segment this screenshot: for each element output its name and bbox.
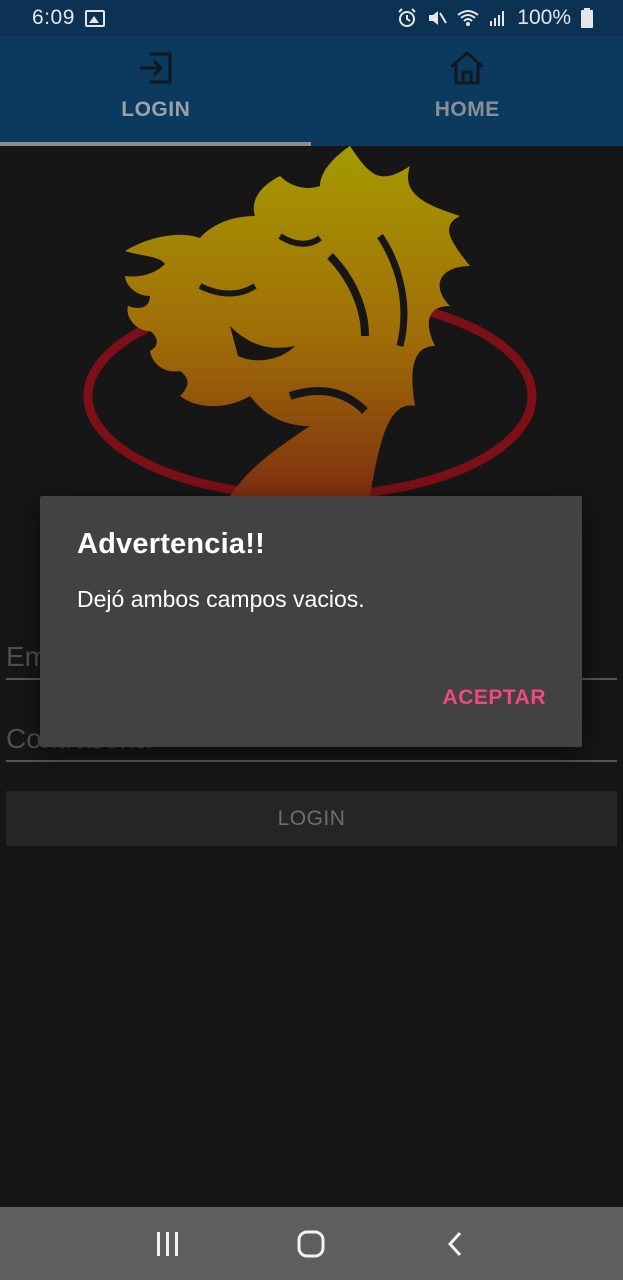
tab-login-label: LOGIN [121,98,191,121]
back-icon [448,1231,462,1256]
dialog-title: Advertencia!! [77,528,265,560]
tab-home-label: HOME [434,98,500,121]
recents-icon [156,1231,178,1256]
status-icons: 100% [397,6,623,30]
recents-button[interactable] [138,1214,198,1274]
tab-home[interactable]: HOME [312,36,623,146]
battery-percent: 100% [517,6,571,29]
battery-icon [581,8,593,28]
home-nav-button[interactable] [281,1214,341,1274]
tab-bar: LOGIN HOME [0,36,623,146]
accept-button[interactable]: ACEPTAR [443,686,546,710]
back-button[interactable] [425,1214,485,1274]
app-screen: 6:09 100% LOGIN HOME Email LOGIN Adverte… [0,0,623,1280]
mute-icon [429,11,448,25]
warning-dialog: Advertencia!! Dejó ambos campos vacios. … [40,496,582,747]
tab-login[interactable]: LOGIN [0,36,312,146]
wifi-icon [457,10,479,26]
dragon-logo [83,146,537,501]
home-icon [450,51,485,85]
image-icon [84,9,105,27]
home-circle-icon [297,1230,325,1257]
login-icon [139,52,172,84]
system-nav-bar [0,1207,623,1280]
dialog-message: Dejó ambos campos vacios. [77,586,365,612]
alarm-icon [398,8,416,27]
login-button[interactable]: LOGIN [6,791,617,846]
status-time: 6:09 [32,6,75,29]
status-bar: 6:09 100% [0,0,623,36]
signal-icon [490,11,505,26]
